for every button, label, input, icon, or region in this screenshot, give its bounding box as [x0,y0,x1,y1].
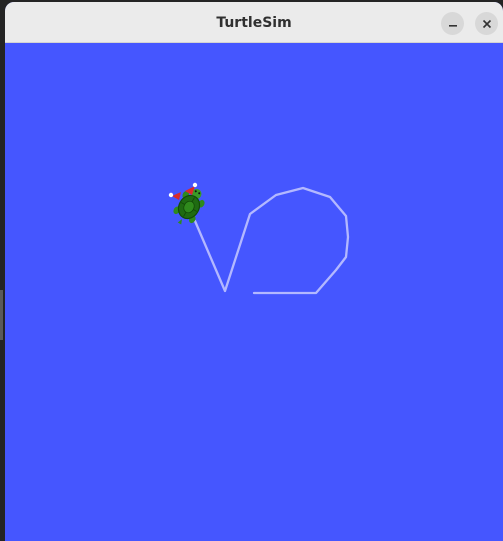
minimize-button[interactable] [441,12,464,35]
close-button[interactable] [475,12,498,35]
close-icon [482,19,491,28]
pen-trail [193,186,350,295]
background-window-edge [0,290,3,340]
desktop: TurtleSim [0,0,503,541]
turtlesim-window: TurtleSim [5,2,503,541]
window-title: TurtleSim [216,15,292,31]
minimize-icon [448,24,457,27]
turtle-canvas [168,182,350,295]
title-bar[interactable]: TurtleSim [5,2,503,43]
